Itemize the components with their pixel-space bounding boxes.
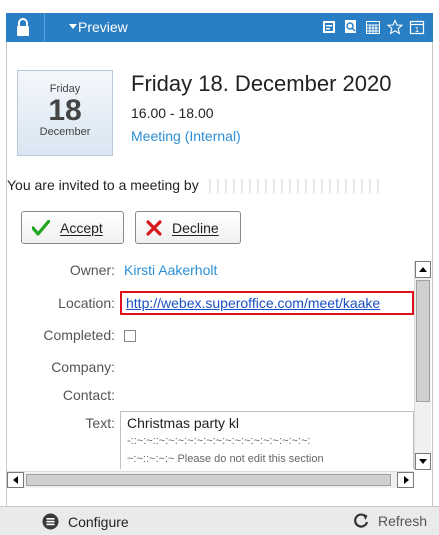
vertical-scrollbar[interactable]	[414, 261, 431, 470]
preview-header: Preview 1	[6, 13, 433, 42]
completed-checkbox[interactable]	[124, 330, 136, 342]
invite-text: You are invited to a meeting by	[7, 177, 199, 193]
arrow-left-icon	[13, 476, 18, 484]
footer-bar: Configure Refresh	[0, 506, 439, 535]
search-document-icon[interactable]	[343, 19, 359, 35]
configure-label: Configure	[68, 513, 129, 530]
header-divider	[44, 13, 45, 42]
location-link[interactable]: http://webex.superoffice.com/meet/kaake	[120, 291, 414, 315]
cross-icon	[146, 219, 162, 236]
location-label: Location:	[58, 295, 115, 311]
text-line-3: ~:~::~:~:~ Please do not edit this secti…	[127, 453, 324, 465]
invite-message: You are invited to a meeting by	[7, 177, 383, 194]
horizontal-scrollbar[interactable]	[7, 471, 414, 488]
accept-button[interactable]: Accept	[21, 211, 124, 244]
date-card-day: 18	[48, 94, 82, 127]
contact-label: Contact:	[62, 387, 115, 403]
owner-label: Owner:	[69, 262, 115, 278]
header-toolbar: 1	[321, 19, 425, 35]
event-time: 16.00 - 18.00	[131, 105, 214, 121]
scroll-right-button[interactable]	[397, 472, 414, 488]
date-card-month: December	[39, 126, 91, 138]
header-title[interactable]: Preview	[78, 19, 128, 35]
text-line-2: -::~:~::~:~:~:~:~:~:~:~:~:~:~:~:~:~:~:~:	[127, 435, 311, 447]
date-card: Friday 18 December	[17, 70, 113, 156]
star-icon[interactable]	[387, 19, 403, 35]
dropdown-caret-icon[interactable]	[69, 24, 77, 29]
arrow-up-icon	[419, 267, 427, 272]
vertical-scroll-thumb[interactable]	[416, 280, 430, 402]
svg-text:1: 1	[415, 26, 419, 34]
lock-icon[interactable]	[16, 18, 30, 37]
inviter-redacted	[202, 179, 383, 194]
document-icon[interactable]	[321, 19, 337, 35]
configure-button[interactable]: Configure	[42, 513, 129, 530]
refresh-button[interactable]: Refresh	[353, 513, 427, 529]
event-title: Friday 18. December 2020	[131, 71, 392, 96]
refresh-icon	[354, 513, 369, 528]
completed-label: Completed:	[43, 327, 115, 343]
decline-button[interactable]: Decline	[135, 211, 241, 244]
refresh-label: Refresh	[377, 513, 427, 529]
text-field[interactable]: Christmas party kl -::~:~::~:~:~:~:~:~:~…	[120, 411, 414, 469]
company-label: Company:	[51, 359, 115, 375]
text-line-1: Christmas party kl	[127, 415, 240, 431]
menu-circle-icon	[42, 513, 59, 530]
event-type[interactable]: Meeting (Internal)	[131, 128, 241, 144]
calendar-day-icon[interactable]: 1	[409, 19, 425, 35]
scroll-up-button[interactable]	[415, 261, 431, 278]
checkmark-icon	[32, 219, 50, 236]
scroll-down-button[interactable]	[415, 453, 431, 470]
arrow-right-icon	[404, 476, 409, 484]
calendar-grid-icon[interactable]	[365, 19, 381, 35]
horizontal-scroll-thumb[interactable]	[26, 474, 391, 486]
owner-value[interactable]: Kirsti Aakerholt	[124, 262, 217, 278]
accept-label: Accept	[60, 219, 103, 236]
scroll-left-button[interactable]	[7, 472, 24, 488]
decline-label: Decline	[172, 219, 219, 236]
arrow-down-icon	[419, 459, 427, 464]
details-fields: Owner: Kirsti Aakerholt Location: http:/…	[7, 257, 414, 469]
text-label: Text:	[85, 415, 115, 431]
